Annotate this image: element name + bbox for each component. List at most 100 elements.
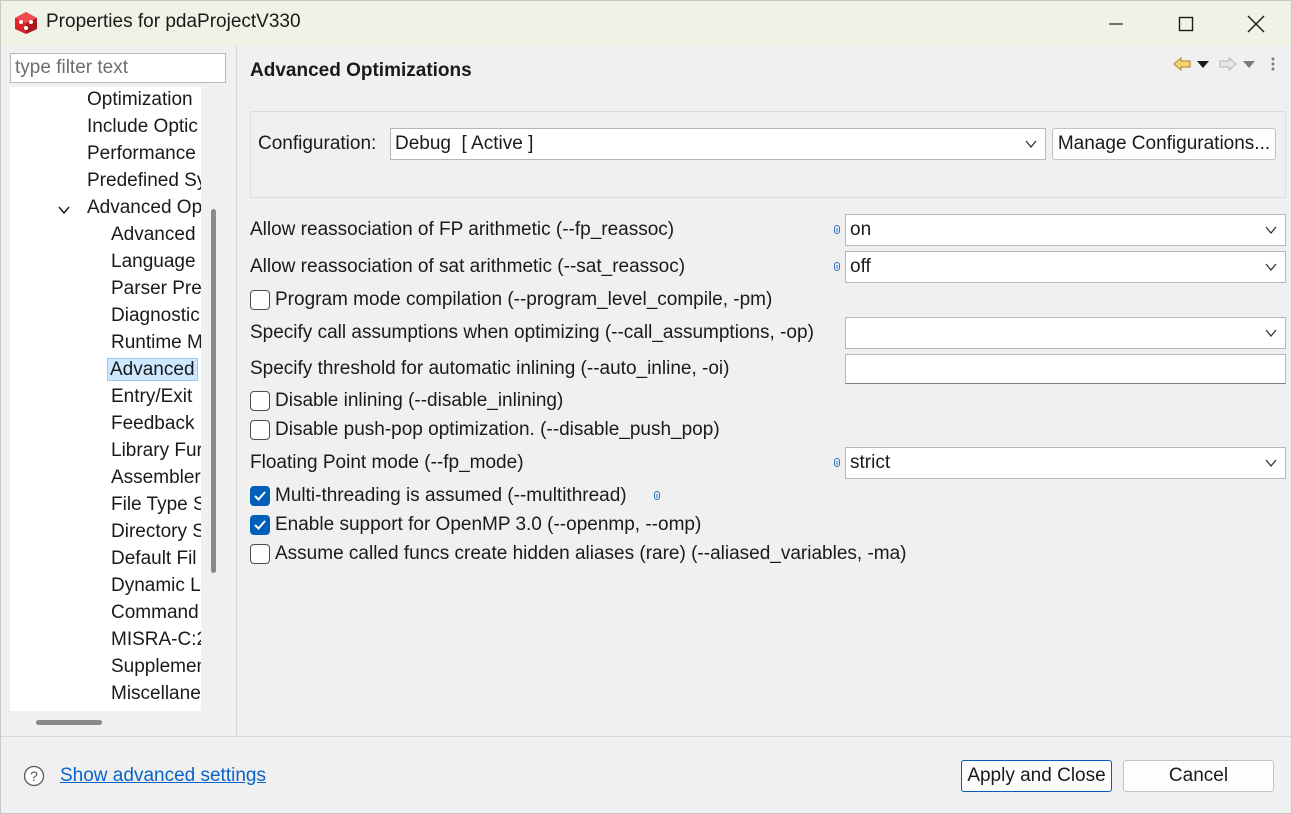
maximize-button[interactable] [1151,1,1221,46]
tree-item-performance[interactable]: Performance [87,141,196,167]
apply-and-close-button[interactable]: Apply and Close [961,760,1112,792]
multithread-label: Multi-threading is assumed (--multithrea… [275,485,627,506]
help-icon[interactable]: ? [23,765,45,787]
forward-menu-chevron-icon[interactable] [1243,61,1255,69]
tree-item-label: Default Fil [111,548,197,569]
tree-item-label: Supplemen [111,656,201,677]
tree-item-label: Library Fur [111,440,201,461]
minimize-button[interactable] [1081,1,1151,46]
aliased-variables-checkbox[interactable] [250,544,270,564]
tree-item-advanced-options[interactable]: Advanced Op [87,195,201,221]
checkmark-icon [254,491,266,501]
tree-item-diagnostic-options[interactable]: Diagnostic [111,303,200,329]
manage-configurations-button[interactable]: Manage Configurations... [1052,128,1276,160]
close-icon [1247,15,1265,32]
openmp-checkbox[interactable] [250,515,270,535]
tree-item-label: Feedback [111,413,195,434]
configuration-select[interactable]: Debug [ Active ] [390,128,1046,160]
fp-reassoc-value: on [850,219,872,240]
info-icon[interactable] [834,458,840,467]
tree-item-file-type-specifier[interactable]: File Type S [111,492,201,518]
tree-item-library-function[interactable]: Library Fur [111,438,201,464]
tree-item-include-options[interactable]: Include Optic [87,114,198,140]
sat-reassoc-value: off [850,256,871,277]
view-menu-icon[interactable] [1270,56,1276,72]
tree-item-supplementary-info[interactable]: Supplemen [111,654,201,680]
fp-mode-select[interactable]: strict [845,447,1286,479]
tree-item-runtime-model[interactable]: Runtime M [111,330,201,356]
tree-horizontal-scrollbar[interactable] [36,720,102,725]
tree-item-miscellaneous[interactable]: Miscellane [111,681,201,707]
tree-item-advanced-optimizations[interactable]: Advanced [107,357,198,383]
disable-inlining-checkbox[interactable] [250,391,270,411]
property-tree: Optimization Include Optic Performance P… [10,87,201,711]
tree-item-label: Advanced [111,224,196,245]
info-icon[interactable] [834,225,840,234]
sat-reassoc-label: Allow reassociation of sat arithmetic (-… [250,256,686,277]
back-menu-chevron-icon[interactable] [1197,61,1209,69]
tree-item-predefined-symbols[interactable]: Predefined Sy [87,168,201,194]
tree-item-label: Performance [87,143,196,164]
info-icon[interactable] [834,262,840,271]
tree-item-optimization[interactable]: Optimization [87,87,193,113]
tree-item-language-options[interactable]: Language [111,249,196,275]
tree-item-label: Miscellane [111,683,201,704]
tree-item-directory-specifier[interactable]: Directory S [111,519,201,545]
tree-item-command-files[interactable]: Command [111,600,199,626]
page-title: Advanced Optimizations [250,60,472,81]
disable-push-pop-checkbox[interactable] [250,420,270,440]
chevron-down-icon [1265,329,1277,338]
auto-inline-label: Specify threshold for automatic inlining… [250,358,730,379]
info-icon[interactable] [654,491,660,500]
call-assumptions-label: Specify call assumptions when optimizing… [250,322,814,343]
fp-mode-label: Floating Point mode (--fp_mode) [250,452,524,473]
tree-item-label: Dynamic L [111,575,201,596]
tree-item-assembler-options[interactable]: Assembler [111,465,201,491]
window-title: Properties for pdaProjectV330 [46,11,301,32]
tree-item-label: Entry/Exit [111,386,193,407]
tree-item-label: MISRA-C:2 [111,629,201,650]
configuration-value: Debug [ Active ] [395,133,534,154]
tree-item-dynamic-linking[interactable]: Dynamic L [111,573,201,599]
tree-item-default-file-extensions[interactable]: Default Fil [111,546,197,572]
call-assumptions-select[interactable] [845,317,1286,349]
show-advanced-settings-link[interactable]: Show advanced settings [60,765,266,787]
forward-arrow-icon[interactable] [1219,56,1237,72]
chevron-down-icon [1265,263,1277,272]
filter-input[interactable] [10,53,226,83]
cancel-button[interactable]: Cancel [1123,760,1274,792]
openmp-label: Enable support for OpenMP 3.0 (--openmp,… [275,514,702,535]
tree-item-label: Runtime M [111,332,201,353]
tree-item-misra-c[interactable]: MISRA-C:2 [111,627,201,653]
fp-reassoc-select[interactable]: on [845,214,1286,246]
tree-item-parser-preprocessing[interactable]: Parser Prep [111,276,201,302]
program-level-checkbox[interactable] [250,290,270,310]
chevron-down-icon [1265,459,1277,468]
svg-text:?: ? [30,768,38,784]
tree-item-label: Language [111,251,196,272]
program-level-label: Program mode compilation (--program_leve… [275,289,773,310]
fp-reassoc-label: Allow reassociation of FP arithmetic (--… [250,219,675,240]
multithread-checkbox[interactable] [250,486,270,506]
tree-item-label: Include Optic [87,116,198,137]
back-arrow-icon[interactable] [1173,56,1191,72]
checkmark-icon [254,520,266,530]
tree-item-label: Predefined Sy [87,170,201,191]
auto-inline-input[interactable] [845,354,1286,384]
sat-reassoc-select[interactable]: off [845,251,1286,283]
tree-item-label: Optimization [87,89,193,110]
aliased-variables-label: Assume called funcs create hidden aliase… [275,543,907,564]
disable-push-pop-label: Disable push-pop optimization. (--disabl… [275,419,720,440]
tree-item-label: Assembler [111,467,201,488]
close-button[interactable] [1221,1,1291,46]
left-navigation-panel: Optimization Include Optic Performance P… [1,46,237,736]
tree-item-label: Advanced [107,358,198,381]
tree-item-feedback[interactable]: Feedback [111,411,194,437]
tree-item-advanced-debug[interactable]: Advanced [111,222,196,248]
history-navigation [1173,54,1283,76]
fp-mode-value: strict [850,452,891,473]
chevron-down-icon[interactable] [57,203,71,217]
tree-vertical-scrollbar[interactable] [211,209,216,573]
tree-item-label: Diagnostic [111,305,200,326]
tree-item-entry-exit-hook[interactable]: Entry/Exit [111,384,192,410]
